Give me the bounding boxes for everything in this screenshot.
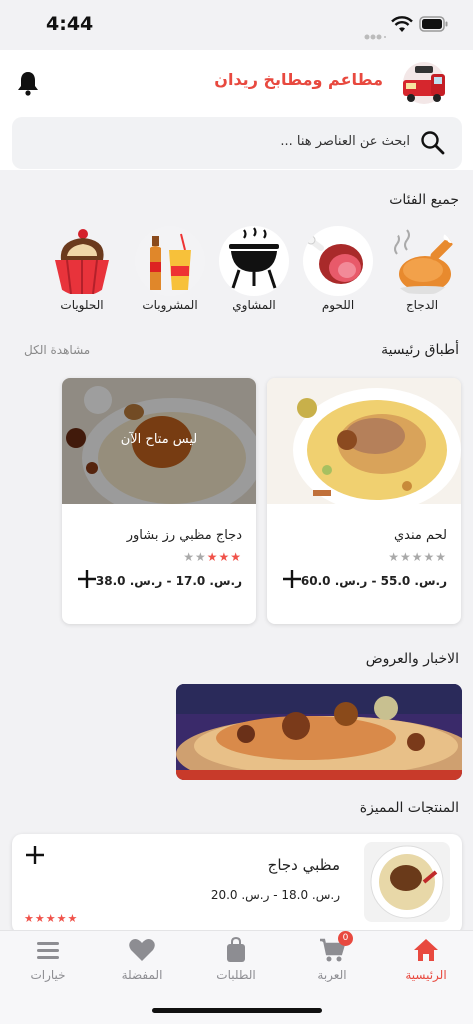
category-sweets[interactable]: الحلويات (44, 226, 120, 312)
cupcake-icon (47, 226, 117, 296)
product-image (364, 842, 450, 922)
product-image: ليس متاح الآن (62, 378, 256, 504)
nav-cart[interactable]: 0 العربة (292, 931, 372, 982)
product-card[interactable]: لحم مندي ★★★★★ ر.س. 55.0 - ر.س. 60.0 (267, 378, 461, 624)
app-name: مطاعم ومطابخ ريدان (214, 70, 383, 89)
category-label: الحلويات (60, 298, 104, 312)
news-banner[interactable] (176, 684, 462, 780)
category-meat[interactable]: اللحوم (300, 226, 376, 312)
product-name: مظبي دجاج (267, 856, 340, 874)
restaurant-logo (395, 60, 453, 106)
search-icon[interactable] (420, 130, 446, 156)
product-image (267, 378, 461, 504)
cellular-signal-icon (364, 26, 386, 45)
grill-icon (219, 226, 289, 296)
category-label: المشاوي (232, 298, 276, 312)
home-icon (412, 936, 440, 964)
rating-stars: ★★★★★ (24, 912, 79, 925)
cart-icon: 0 (318, 931, 353, 964)
rating-stars: ★★★★★ (183, 550, 242, 564)
unavailable-label: ليس متاح الآن (120, 432, 198, 447)
product-name: لحم مندي (393, 528, 447, 543)
menu-icon (34, 936, 62, 964)
nav-options[interactable]: خيارات (8, 936, 88, 982)
add-to-cart-button[interactable] (24, 844, 46, 870)
rating-stars: ★★★★★ (388, 550, 447, 564)
nav-label: الرئيسية (405, 968, 447, 982)
drinks-icon (135, 226, 205, 296)
status-time: 4:44 (46, 13, 94, 35)
home-indicator (152, 1008, 322, 1013)
nav-label: الطلبات (216, 968, 256, 982)
category-label: اللحوم (321, 298, 355, 312)
main-dishes-title: أطباق رئيسية (381, 342, 459, 358)
product-price: ر.س. 55.0 - ر.س. 60.0 (300, 574, 447, 588)
meat-icon (303, 226, 373, 296)
roast-chicken-icon (387, 226, 457, 296)
category-label: المشروبات (142, 298, 198, 312)
nav-label: المفضلة (121, 968, 163, 982)
search-input[interactable]: ابحث عن العناصر هنا ... (280, 134, 410, 149)
nav-favorites[interactable]: المفضلة (102, 936, 182, 982)
product-price: ر.س. 18.0 - ر.س. 20.0 (210, 888, 340, 902)
heart-icon (128, 936, 156, 964)
category-grill[interactable]: المشاوي (216, 226, 292, 312)
categories-title: جميع الفئات (389, 192, 459, 208)
bag-icon (222, 936, 250, 964)
add-to-cart-button[interactable] (76, 568, 98, 590)
notification-bell-icon[interactable] (16, 70, 40, 96)
featured-title: المنتجات المميزة (359, 800, 459, 816)
featured-product-card[interactable]: مظبي دجاج ر.س. 18.0 - ر.س. 20.0 ★★★★★ (12, 834, 462, 934)
nav-home[interactable]: الرئيسية (386, 936, 466, 982)
news-title: الاخبار والعروض (365, 651, 459, 667)
search-bar[interactable]: ابحث عن العناصر هنا ... (12, 117, 462, 169)
wifi-icon (391, 16, 413, 38)
product-card[interactable]: ليس متاح الآن دجاج مظبي رز بشاور ★★★★★ ر… (62, 378, 256, 624)
view-all-link[interactable]: مشاهدة الكل (24, 343, 90, 357)
product-name: دجاج مظبي رز بشاور (126, 528, 242, 543)
product-price: ر.س. 17.0 - ر.س. 38.0 (95, 574, 242, 588)
category-drinks[interactable]: المشروبات (132, 226, 208, 312)
nav-label: العربة (317, 968, 347, 982)
category-chicken[interactable]: الدجاج (384, 226, 460, 312)
nav-orders[interactable]: الطلبات (196, 936, 276, 982)
nav-label: خيارات (30, 968, 66, 982)
add-to-cart-button[interactable] (281, 568, 303, 590)
category-label: الدجاج (405, 298, 439, 312)
battery-icon (419, 16, 449, 36)
cart-badge: 0 (338, 931, 353, 946)
